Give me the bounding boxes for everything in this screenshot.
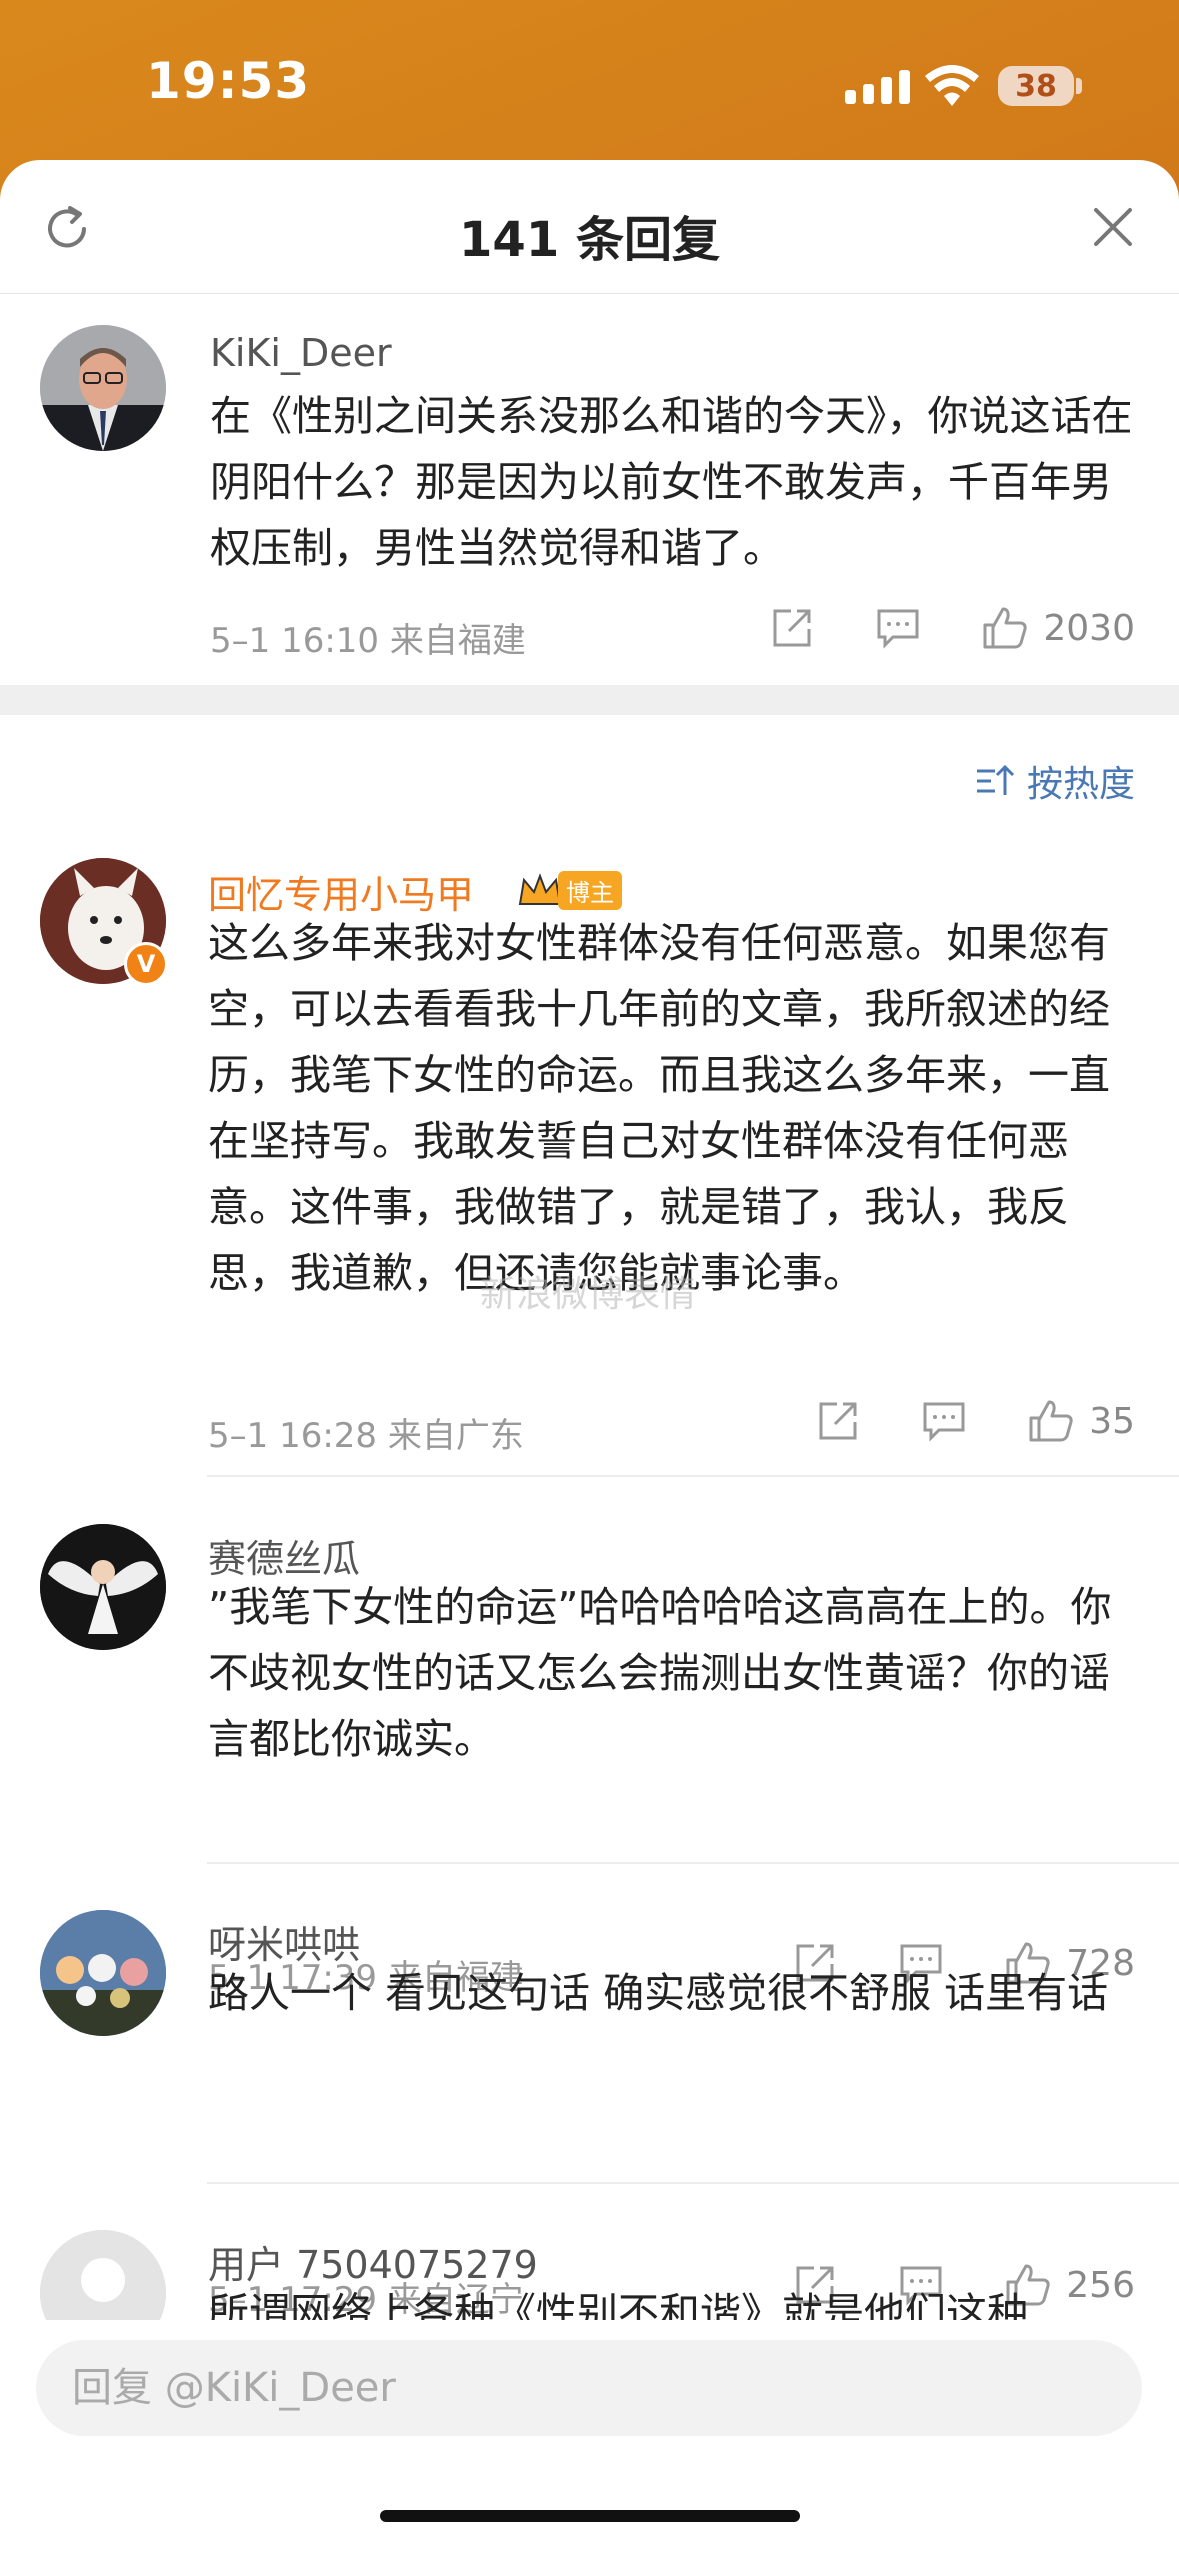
share-icon[interactable] [815,1398,861,1444]
status-bar: 19:53 38 [0,0,1179,160]
wifi-icon [925,65,979,106]
like-icon[interactable] [1027,1398,1075,1444]
section-separator [0,685,1179,715]
man-portrait-icon [40,325,166,451]
like-icon[interactable] [981,605,1029,651]
share-icon[interactable] [769,605,815,651]
blogger-badge: 博主 [558,870,622,910]
avatar[interactable] [40,1910,166,2036]
username[interactable]: KiKi_Deer [210,331,392,375]
status-time: 19:53 [146,52,311,110]
sheet-title: 141 条回复 [459,212,720,268]
comment-icon[interactable] [921,1398,967,1444]
cellular-signal-icon [845,70,910,104]
home-indicator[interactable] [380,2510,800,2522]
sheet-header: 141 条回复 [0,160,1179,294]
comment-meta: 5–1 16:28 来自广东 [208,1416,524,1456]
comment-actions: 2030 [769,605,1135,651]
verified-badge: V [124,942,168,986]
close-icon[interactable] [1090,204,1136,250]
comment-meta: 5–1 16:10 来自福建 [210,621,526,661]
comment-text: 路人一个 看见这句话 确实感觉很不舒服 话里有话 [208,1969,1109,2017]
battery-icon: 38 [998,66,1074,106]
comment-text: 在《性别之间关系没那么和谐的今天》，你说这话在阴阳什么？那是因为以前女性不敢发声… [210,392,1133,572]
sticker-watermark: 新浪微博表情 [480,1274,697,1315]
divider [207,1475,1179,1477]
battery-tip [1076,78,1082,94]
crown-icon [518,873,562,905]
comment-text: ”我笔下女性的命运”哈哈哈哈哈这高高在上的。你不歧视女性的话又怎么会揣测出女性黄… [208,1583,1112,1763]
angel-avatar-icon [40,1524,166,1650]
like-count: 2030 [1043,607,1135,649]
avatar[interactable] [40,1524,166,1650]
avatar[interactable] [40,325,166,451]
sort-label: 按热度 [1026,764,1135,805]
replies-sheet: 141 条回复 KiKi_Deer 在《性别之间关系没那么和谐的今天》，你说这话… [0,160,1179,2556]
divider [207,1862,1179,1864]
comment-actions: 35 [815,1398,1135,1444]
sort-icon [976,764,1015,795]
member-badge: 博主 [516,870,622,910]
like-count: 35 [1089,1400,1135,1442]
divider [207,2182,1179,2184]
sort-button[interactable]: 按热度 [975,755,1135,807]
reply-input[interactable]: 回复 @KiKi_Deer [36,2340,1142,2436]
comment-icon[interactable] [875,605,921,651]
comment-text: 这么多年来我对女性群体没有任何恶意。如果您有空，可以去看看我十几年前的文章，我所… [208,919,1110,1297]
cartoon-animals-avatar-icon [40,1910,166,2036]
